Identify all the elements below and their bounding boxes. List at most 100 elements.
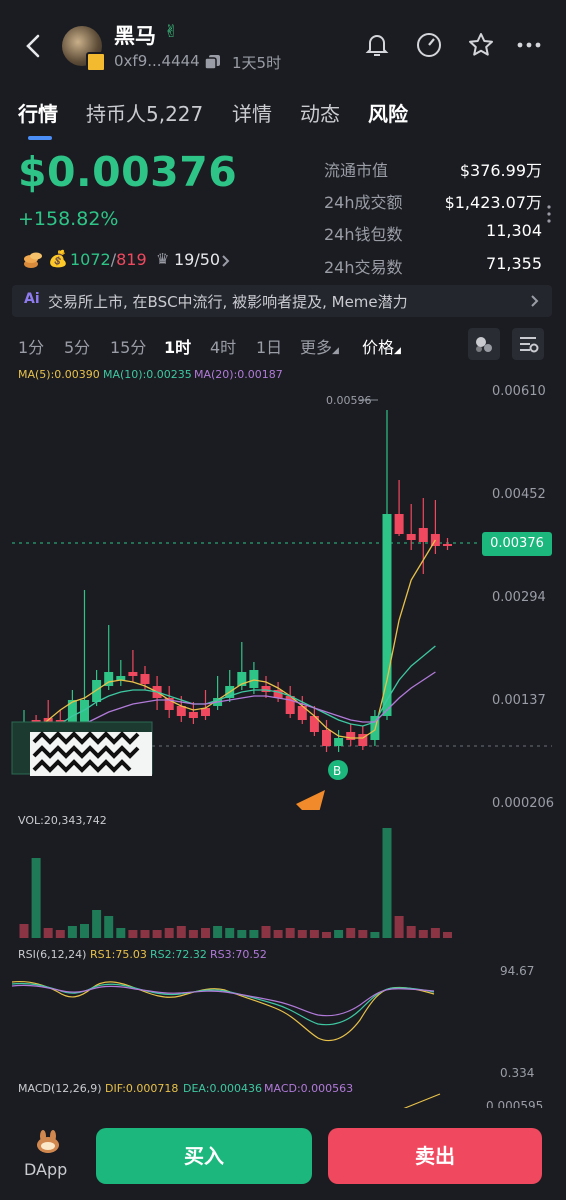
candle-body bbox=[394, 514, 404, 534]
candle-body bbox=[249, 670, 259, 688]
volume-bar bbox=[285, 928, 295, 938]
volume-bar bbox=[273, 930, 283, 938]
contract-address: 0xf9...4444 bbox=[114, 52, 200, 70]
bsc-chain-icon bbox=[86, 52, 106, 72]
tab-market[interactable]: 行情 bbox=[18, 98, 58, 127]
stat-value-trades: 71,355 bbox=[486, 254, 542, 273]
sell-button[interactable]: 卖出 bbox=[328, 1128, 542, 1184]
stat-value-wallets: 11,304 bbox=[486, 221, 542, 240]
volume-bar bbox=[225, 928, 235, 938]
caret-icon: ◢ bbox=[332, 346, 339, 356]
candle-body bbox=[418, 528, 428, 542]
volume-bar bbox=[152, 930, 162, 938]
volume-bar bbox=[213, 926, 223, 938]
ai-summary-text: 交易所上市, 在BSC中流行, 被影响者提及, Meme潜力 bbox=[48, 293, 408, 311]
volume-bar bbox=[394, 916, 404, 938]
candle-body bbox=[406, 534, 416, 540]
stat-value-volume: $1,423.07万 bbox=[444, 193, 542, 212]
interval-more-label: 更多 bbox=[300, 338, 333, 357]
candle-body bbox=[140, 674, 150, 684]
interval-1d[interactable]: 1日 bbox=[256, 334, 282, 358]
volume-bar bbox=[261, 926, 271, 938]
buy-count: 1072 bbox=[70, 250, 111, 269]
coins-icon bbox=[22, 250, 44, 270]
ai-chevron-icon[interactable] bbox=[530, 294, 540, 308]
volume-bar bbox=[443, 932, 452, 938]
volume-bar bbox=[237, 930, 247, 938]
ai-tag-icon: Ai bbox=[24, 291, 40, 307]
tab-holders[interactable]: 持币人5,227 bbox=[86, 98, 203, 127]
stat-value-mcap: $376.99万 bbox=[459, 161, 542, 180]
interval-1m[interactable]: 1分 bbox=[18, 334, 44, 358]
volume-bar bbox=[188, 930, 198, 938]
crown-icon: ♛ bbox=[156, 250, 170, 268]
candle-body bbox=[443, 544, 452, 546]
volume-bar bbox=[201, 928, 210, 938]
high-price-label: 0.00596 bbox=[326, 394, 372, 407]
bell-icon[interactable] bbox=[362, 30, 392, 60]
indicator-toggle-button[interactable] bbox=[468, 328, 500, 360]
token-name: 黑马 bbox=[114, 24, 156, 48]
volume-bar bbox=[249, 930, 259, 938]
volume-bar bbox=[19, 924, 29, 938]
rsi-chart bbox=[11, 980, 435, 1042]
chart-settings-button[interactable] bbox=[512, 328, 544, 360]
volume-bar bbox=[418, 930, 428, 938]
settings-lines-icon bbox=[520, 337, 539, 353]
price-change: +158.82% bbox=[18, 208, 119, 230]
volume-bar bbox=[334, 930, 344, 938]
candle-body bbox=[382, 514, 392, 716]
candle-body bbox=[322, 730, 331, 746]
orange-arrow-annotation bbox=[296, 790, 325, 810]
stat-label-volume: 24h成交额 bbox=[324, 193, 403, 212]
candle-body bbox=[188, 712, 198, 718]
active-tab-indicator bbox=[28, 136, 52, 140]
chevron-right-icon[interactable] bbox=[221, 254, 231, 268]
candle-body bbox=[346, 732, 356, 740]
side-more-icon[interactable] bbox=[546, 204, 552, 224]
volume-bar bbox=[297, 930, 307, 938]
volume-bar bbox=[80, 924, 89, 938]
star-icon[interactable] bbox=[466, 30, 496, 60]
interval-15m[interactable]: 15分 bbox=[110, 334, 146, 358]
dapp-label[interactable]: DApp bbox=[24, 1160, 67, 1179]
interval-1h[interactable]: 1时 bbox=[164, 334, 191, 358]
price-mode-select[interactable]: 价格◢ bbox=[362, 334, 401, 358]
price-mode-label: 价格 bbox=[362, 338, 395, 357]
sell-count: 819 bbox=[116, 250, 147, 269]
tab-activity[interactable]: 动态 bbox=[300, 98, 340, 127]
verified-hand-icon: ✌ bbox=[164, 22, 179, 42]
volume-bar bbox=[346, 928, 356, 938]
volume-bar bbox=[92, 910, 102, 938]
candle-body bbox=[201, 708, 210, 716]
volume-bar bbox=[164, 928, 174, 938]
back-arrow-icon[interactable] bbox=[18, 28, 48, 64]
copy-icon[interactable] bbox=[204, 54, 222, 70]
gauge-icon[interactable] bbox=[414, 30, 444, 60]
candle-body bbox=[92, 680, 102, 702]
volume-bar bbox=[55, 930, 65, 938]
candle-body bbox=[334, 738, 344, 746]
buy-marker-label: B bbox=[333, 764, 341, 778]
more-icon[interactable] bbox=[514, 30, 544, 60]
pancake-dapp-icon[interactable] bbox=[34, 1128, 62, 1156]
volume-bar bbox=[67, 926, 77, 938]
trade-count: 1072/819 bbox=[70, 250, 147, 269]
current-price: $0.00376 bbox=[18, 148, 238, 196]
stat-label-trades: 24h交易数 bbox=[324, 258, 403, 277]
tab-risk[interactable]: 风险 bbox=[368, 98, 408, 127]
tab-details[interactable]: 详情 bbox=[232, 98, 272, 127]
candlestick-chart[interactable]: 0.00596 B bbox=[0, 380, 566, 810]
interval-5m[interactable]: 5分 bbox=[64, 334, 90, 358]
interval-4h[interactable]: 4时 bbox=[210, 334, 236, 358]
buy-button[interactable]: 买入 bbox=[96, 1128, 312, 1184]
volume-bar bbox=[358, 930, 368, 938]
volume-bar bbox=[104, 916, 114, 938]
volume-bar bbox=[43, 928, 53, 938]
top-bar: 黑马 ✌ 0xf9...4444 1天5时 bbox=[0, 0, 566, 90]
rank-value[interactable]: 19/50 bbox=[174, 250, 220, 269]
indicator-dots-icon bbox=[476, 337, 492, 352]
stat-label-wallets: 24h钱包数 bbox=[324, 225, 403, 244]
token-age: 1天5时 bbox=[232, 54, 282, 72]
interval-more[interactable]: 更多◢ bbox=[300, 334, 339, 358]
